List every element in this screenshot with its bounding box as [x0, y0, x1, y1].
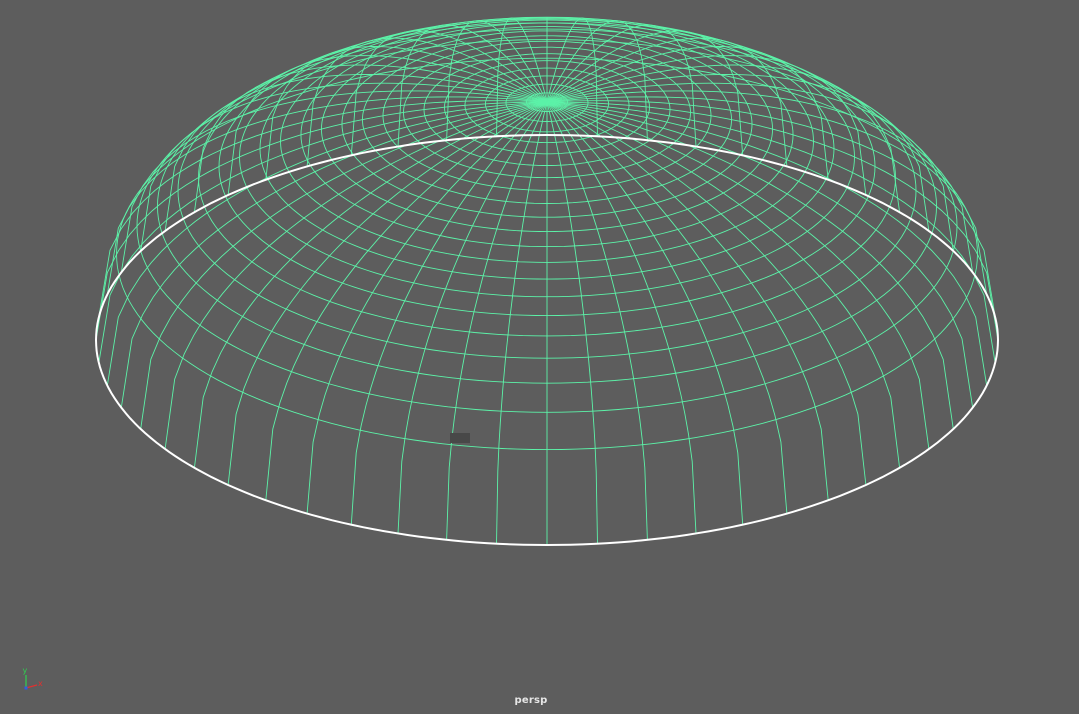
dome-longitude-isoparm	[446, 101, 548, 540]
dome-longitude-isoparm	[106, 101, 548, 386]
axis-x-line	[25, 684, 38, 689]
dome-longitude-isoparm	[496, 101, 548, 544]
axis-gizmo-icon: x y	[23, 666, 43, 690]
dome-longitude-isoparm	[546, 101, 648, 540]
dome-longitude-isoparm	[546, 101, 744, 525]
dome-wireframe	[95, 16, 999, 545]
dome-longitude-isoparm	[546, 101, 598, 544]
dome-longitude-isoparm	[227, 101, 548, 486]
dome-longitude-isoparm	[106, 96, 548, 295]
dome-longitude-isoparm	[98, 100, 548, 318]
dome-longitude-isoparm	[546, 96, 988, 295]
dome-longitude-isoparm	[193, 64, 548, 213]
axis-x-label: x	[38, 679, 43, 688]
dome-longitude-isoparm	[546, 100, 996, 318]
dome-longitude-isoparm	[546, 101, 988, 386]
axis-z-marker	[24, 686, 28, 690]
dome-longitude-isoparm	[350, 101, 548, 525]
axis-y-label: y	[23, 666, 28, 675]
perspective-viewport[interactable]: persp x y	[0, 0, 1079, 714]
pivot-marker	[450, 433, 470, 443]
dome-longitude-isoparm	[546, 64, 901, 213]
dome-longitude-isoparm	[193, 101, 548, 468]
dome-longitude-isoparm	[546, 101, 867, 486]
scene-canvas[interactable]	[0, 0, 1079, 714]
dome-longitude-isoparm	[546, 101, 901, 468]
camera-name-label: persp	[514, 695, 548, 706]
